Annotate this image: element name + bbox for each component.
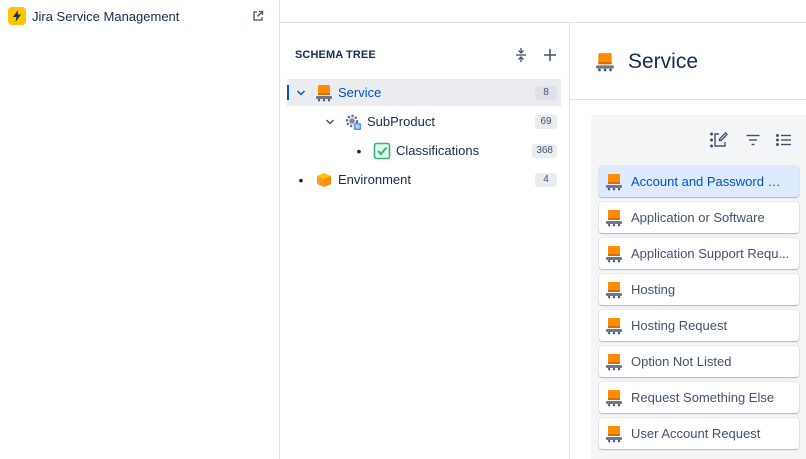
box-icon	[314, 170, 334, 190]
lightning-bolt-icon	[8, 7, 26, 25]
project-header[interactable]: Jira Service Management	[8, 6, 266, 26]
object-label: Hosting Request	[631, 318, 728, 333]
tree-node-label: Classifications	[396, 143, 480, 158]
tree-node-label: Environment	[338, 172, 411, 187]
plus-icon	[544, 49, 556, 61]
service-object-icon	[604, 388, 624, 408]
tree-node-label: Service	[338, 85, 382, 100]
service-object-icon	[604, 352, 624, 372]
checkbox-icon	[372, 141, 392, 161]
object-label: Hosting	[631, 282, 676, 297]
gear-cube-icon	[343, 112, 363, 132]
project-name: Jira Service Management	[32, 8, 180, 24]
edit-list-icon[interactable]	[709, 130, 729, 150]
project-sidebar: Jira Service Management	[0, 0, 280, 459]
object-list-item[interactable]: Hosting Request	[599, 310, 799, 341]
service-object-icon	[594, 51, 616, 73]
tree-node-label: SubProduct	[367, 114, 435, 129]
service-object-icon	[314, 83, 334, 103]
service-object-icon	[604, 316, 624, 336]
object-label: Option Not Listed	[631, 354, 732, 369]
object-label: Application Support Requ...	[631, 246, 790, 261]
object-list-item[interactable]: Option Not Listed	[599, 346, 799, 377]
object-label: User Account Request	[631, 426, 761, 441]
chevron-down-icon[interactable]	[294, 86, 308, 100]
service-object-icon	[604, 208, 624, 228]
collapse-all-icon[interactable]	[511, 45, 531, 65]
object-count-badge: 4	[535, 173, 557, 187]
object-list-item[interactable]: Application Support Requ...	[599, 238, 799, 269]
filter-icon[interactable]	[743, 130, 763, 150]
object-list-item[interactable]: User Account Request	[599, 418, 799, 449]
tree-node-classifications[interactable]: • Classifications 368	[287, 137, 561, 164]
object-label: Account and Password Ma...	[631, 174, 791, 189]
object-list-item[interactable]: Hosting	[599, 274, 799, 305]
service-object-icon	[604, 244, 624, 264]
object-list-panel: Account and Password Ma... Application o…	[591, 115, 806, 459]
schema-tree-panel: SCHEMA TREE Service 8 SubProduct 69 • Cl…	[280, 23, 570, 459]
external-link-icon[interactable]	[250, 8, 266, 24]
tree-node-service[interactable]: Service 8	[287, 79, 561, 106]
schema-tree-title: SCHEMA TREE	[295, 49, 376, 61]
service-object-icon	[604, 172, 624, 192]
page-title: Service	[628, 50, 699, 73]
header-divider	[570, 99, 806, 100]
tree-node-subproduct[interactable]: SubProduct 69	[287, 108, 561, 135]
object-list-item[interactable]: Application or Software	[599, 202, 799, 233]
tree-node-environment[interactable]: • Environment 4	[287, 166, 561, 193]
object-count-badge: 69	[535, 115, 557, 129]
chevron-down-icon[interactable]	[323, 115, 337, 129]
object-label: Request Something Else	[631, 390, 775, 405]
object-list-item[interactable]: Request Something Else	[599, 382, 799, 413]
service-object-icon	[604, 424, 624, 444]
list-view-icon[interactable]	[774, 130, 794, 150]
top-bar	[280, 0, 806, 23]
object-count-badge: 8	[535, 86, 557, 100]
add-object-type-button[interactable]	[540, 45, 560, 65]
object-list-item[interactable]: Account and Password Ma...	[599, 166, 799, 197]
object-type-header: Service	[594, 48, 698, 76]
object-label: Application or Software	[631, 210, 765, 225]
service-object-icon	[604, 280, 624, 300]
bullet-icon: •	[356, 142, 362, 159]
object-count-badge: 368	[532, 144, 557, 158]
bullet-icon: •	[298, 171, 304, 188]
